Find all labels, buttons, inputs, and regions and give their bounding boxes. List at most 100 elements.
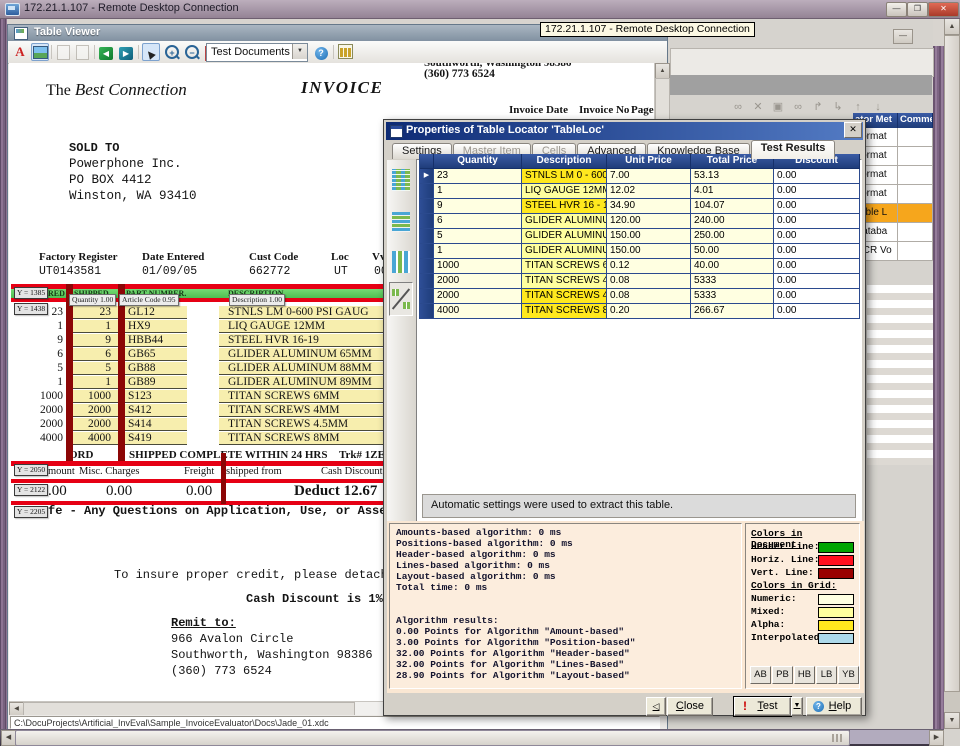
- test-dropdown-button[interactable]: ▼: [791, 697, 803, 716]
- exclamation-icon: !: [743, 699, 747, 713]
- layout-cells-button[interactable]: [389, 164, 413, 198]
- dialog-close-button[interactable]: ✕: [844, 122, 862, 138]
- field-value: 662772: [249, 265, 290, 278]
- algorithm-button[interactable]: HB: [794, 666, 815, 684]
- image-mode-button[interactable]: [31, 43, 49, 61]
- sold-to-line: Winston, WA 93410: [69, 189, 197, 203]
- row-selector[interactable]: [420, 259, 434, 274]
- grid-row[interactable]: 4000TITAN SCREWS 80.20266.670.00: [420, 304, 861, 319]
- row-selector[interactable]: [420, 199, 434, 214]
- grid-row[interactable]: 1GLIDER ALUMINU150.0050.000.00: [420, 244, 861, 259]
- column-header-comment[interactable]: Commen: [898, 113, 933, 128]
- scroll-right-icon[interactable]: ▶: [929, 730, 944, 746]
- maximize-button[interactable]: ❐: [907, 2, 928, 17]
- import-icon[interactable]: ↱: [808, 99, 828, 115]
- next-page-button[interactable]: [74, 44, 90, 60]
- bg-app-minimize-button[interactable]: —: [893, 29, 913, 44]
- prev-page-icon: [57, 45, 70, 60]
- minimize-button[interactable]: —: [886, 2, 907, 17]
- next-document-icon: ▶: [119, 47, 133, 60]
- scroll-down-icon[interactable]: ▼: [944, 712, 960, 729]
- grid-row[interactable]: ▶23STNLS LM 0 - 6007.0053.130.00: [420, 169, 861, 184]
- layout-columns-button[interactable]: [389, 246, 413, 280]
- row-selector[interactable]: [420, 184, 434, 199]
- grid-row[interactable]: 2000TITAN SCREWS 40.0853330.00: [420, 274, 861, 289]
- desktop-wallpaper-strip-right: [933, 46, 944, 729]
- properties-icon[interactable]: ▣: [768, 99, 788, 115]
- next-document-button[interactable]: ▶: [118, 44, 134, 60]
- legend-item: Numeric:: [751, 593, 854, 606]
- chevron-down-icon[interactable]: ▼: [292, 44, 307, 59]
- row-selector[interactable]: [420, 289, 434, 304]
- row-selector[interactable]: [420, 274, 434, 289]
- rdp-vertical-scrollbar[interactable]: ▲ ▼: [944, 18, 960, 729]
- rdp-horizontal-scrollbar[interactable]: ◀ ▶: [0, 729, 960, 746]
- zoom-out-button[interactable]: −: [184, 44, 200, 60]
- row-selector[interactable]: [420, 214, 434, 229]
- grid-row[interactable]: 1000TITAN SCREWS 60.1240.000.00: [420, 259, 861, 274]
- test-results-grid: QuantityDescriptionUnit PriceTotal Price…: [419, 154, 861, 319]
- field-label: Factory Register: [39, 251, 118, 263]
- test-button[interactable]: ! Test: [734, 697, 791, 716]
- scroll-left-icon[interactable]: ◀: [1, 730, 16, 746]
- layout-rows-button[interactable]: [389, 206, 413, 240]
- help-button[interactable]: ?: [313, 44, 329, 60]
- delete-icon[interactable]: ✕: [748, 99, 768, 115]
- toolbar-separator: [94, 45, 95, 59]
- file-path: C:\DocuProjects\Artificial_InvEval\Sampl…: [10, 716, 660, 729]
- scrollbar-thumb[interactable]: [944, 35, 960, 692]
- prev-document-icon: ◀: [99, 47, 113, 60]
- legend-item: Alpha:: [751, 619, 854, 632]
- algorithm-button[interactable]: YB: [838, 666, 859, 684]
- field-value: UT0143581: [39, 265, 101, 278]
- zoom-in-button[interactable]: +: [164, 44, 180, 60]
- algorithm-button[interactable]: AB: [750, 666, 771, 684]
- scroll-up-icon[interactable]: ▲: [655, 63, 670, 79]
- column-confidence-chip: Description 1.00: [229, 294, 285, 306]
- field-value: 01/09/05: [142, 265, 197, 278]
- desktop-wallpaper-strip-left: [0, 18, 7, 729]
- field-label: Cust Code: [249, 251, 298, 263]
- column-header-quantity[interactable]: Quantity: [434, 154, 522, 169]
- column-header-description[interactable]: Description: [522, 154, 607, 169]
- text-mode-button[interactable]: A: [12, 44, 28, 60]
- row-selector[interactable]: ▶: [420, 169, 434, 184]
- algorithm-button[interactable]: PB: [772, 666, 793, 684]
- extraction-message-bar: Automatic settings were used to extract …: [422, 494, 856, 518]
- grid-row[interactable]: 5GLIDER ALUMINU150.00250.000.00: [420, 229, 861, 244]
- detach-line: To insure proper credit, please detach a…: [114, 568, 409, 582]
- find-next-icon[interactable]: ∞: [788, 99, 808, 115]
- scrollbar-track[interactable]: [850, 730, 929, 744]
- table-viewer-icon: [14, 27, 28, 40]
- scroll-up-icon[interactable]: ▲: [944, 18, 960, 35]
- remit-line: (360) 773 6524: [171, 664, 272, 678]
- grid-row[interactable]: 1LIQ GAUGE 12MM12.024.010.00: [420, 184, 861, 199]
- grid-row[interactable]: 9STEEL HVR 16 - 1934.90104.070.00: [420, 199, 861, 214]
- nav-back-button[interactable]: ◁: [646, 697, 666, 716]
- algorithm-button[interactable]: LB: [816, 666, 837, 684]
- close-button[interactable]: Close: [667, 697, 713, 716]
- prev-page-button[interactable]: [55, 44, 71, 60]
- pointer-button[interactable]: ▶: [142, 43, 160, 61]
- grid-row[interactable]: 2000TITAN SCREWS 4.0.0853330.00: [420, 289, 861, 304]
- column-marks-button[interactable]: [337, 44, 353, 60]
- column-header-unit-price[interactable]: Unit Price: [607, 154, 691, 169]
- invoice-table-col: RED: [48, 289, 65, 298]
- legend-item: Header Line:: [751, 541, 854, 554]
- help-button[interactable]: ? Help: [806, 697, 862, 716]
- close-button[interactable]: ✕: [928, 2, 959, 17]
- export-icon[interactable]: ↳: [828, 99, 848, 115]
- tab-test-results[interactable]: Test Results: [751, 140, 836, 159]
- find-icon[interactable]: ∞: [728, 99, 748, 115]
- grid-row[interactable]: 6GLIDER ALUMINU120.00240.000.00: [420, 214, 861, 229]
- documents-combobox[interactable]: Test Documents ▼: [206, 43, 308, 62]
- prev-document-button[interactable]: ◀: [98, 44, 114, 60]
- row-selector[interactable]: [420, 229, 434, 244]
- row-selector[interactable]: [420, 304, 434, 319]
- next-page-icon: [76, 45, 89, 60]
- totals-value: 0.00: [106, 483, 132, 500]
- layout-diagonal-button[interactable]: [389, 282, 413, 316]
- image-mode-icon: [33, 46, 48, 59]
- scrollbar-thumb[interactable]: [15, 730, 850, 746]
- row-selector[interactable]: [420, 244, 434, 259]
